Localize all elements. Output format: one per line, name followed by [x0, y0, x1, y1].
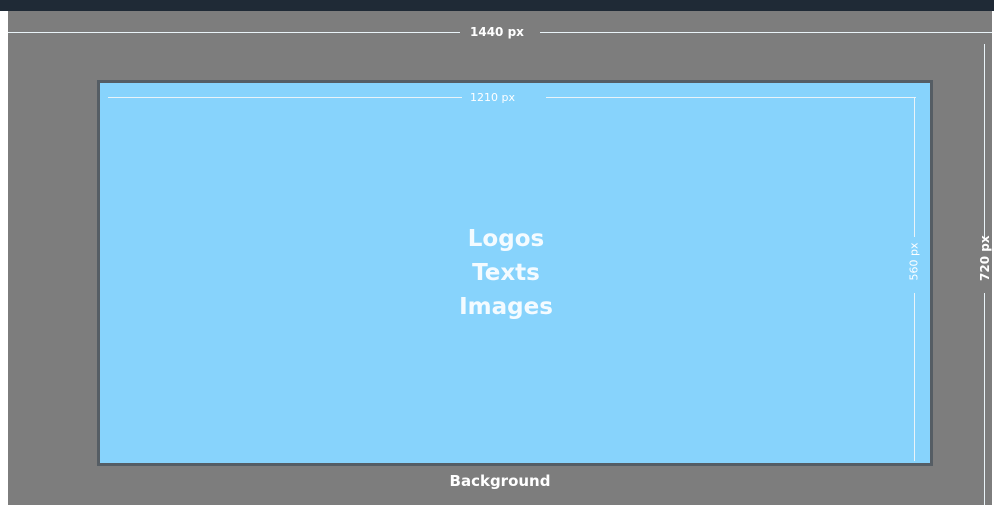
diagram-frame: 1440 px 720 px 1210 px 560 px Logos Text… [0, 0, 994, 505]
outer-width-line-left [8, 32, 460, 33]
outer-height-line-top [984, 44, 985, 239]
background-label: Background [449, 472, 551, 490]
outer-width-line-right [540, 32, 992, 33]
outer-height-label: 720 px [978, 235, 992, 281]
content-line-images: Images [459, 294, 553, 320]
content-line-texts: Texts [472, 260, 540, 286]
top-bar [0, 0, 994, 11]
safe-area: 1210 px 560 px Logos Texts Images [97, 80, 933, 466]
inner-height-line-top [914, 97, 915, 237]
background-canvas: 1440 px 720 px 1210 px 560 px Logos Text… [8, 11, 992, 505]
inner-width-label: 1210 px [470, 91, 515, 104]
inner-width-line-right [546, 97, 916, 98]
outer-width-label: 1440 px [470, 25, 524, 39]
inner-width-line-left [108, 97, 462, 98]
content-line-logos: Logos [467, 226, 545, 252]
